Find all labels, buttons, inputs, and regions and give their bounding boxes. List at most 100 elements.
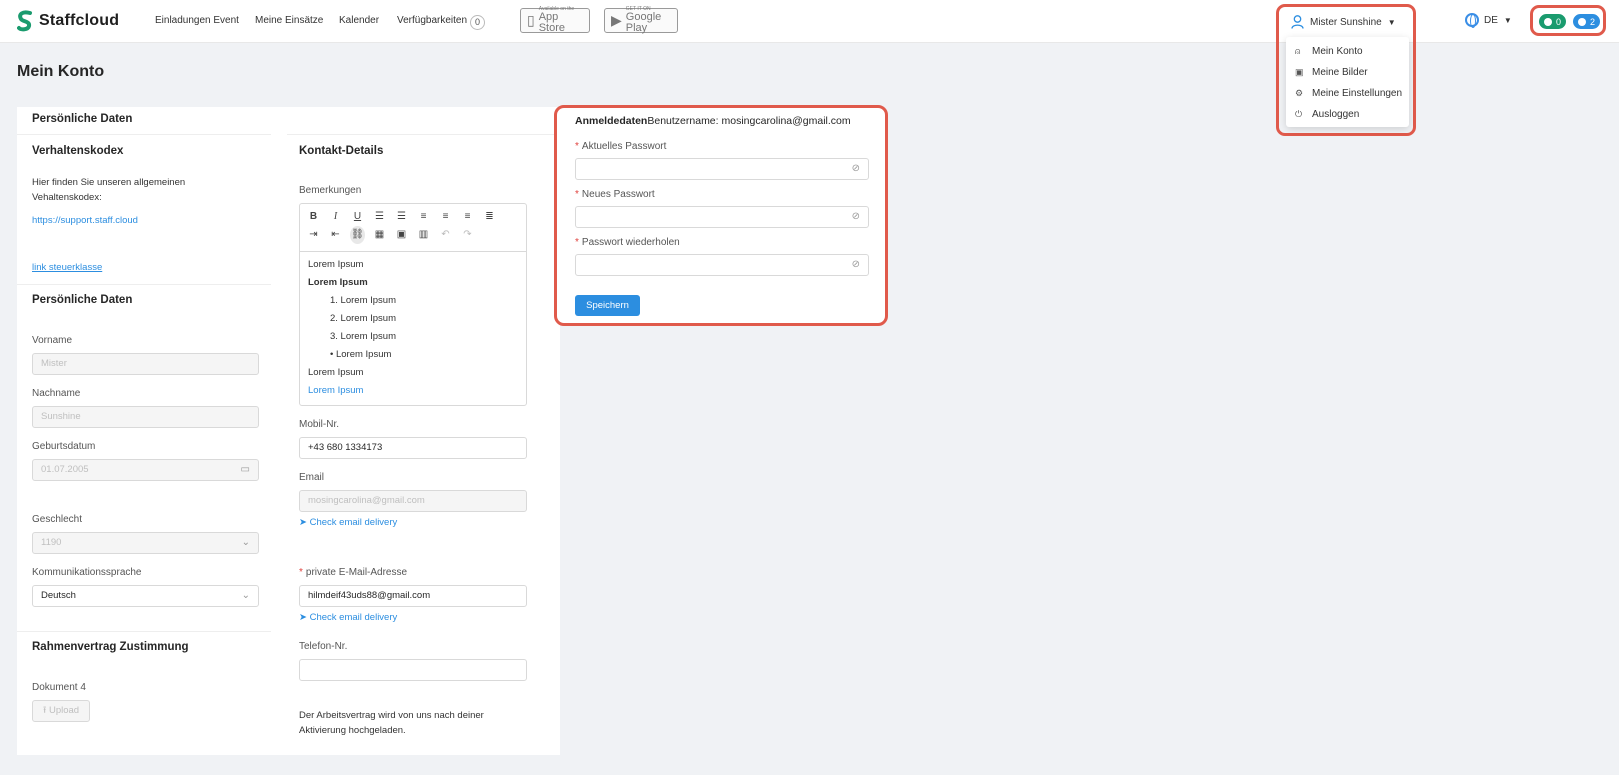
repeat-password-input[interactable]: ⊘	[575, 254, 869, 276]
communication-language-label: Kommunikationssprache	[32, 567, 142, 578]
required-marker: *	[575, 141, 579, 152]
align-center-icon[interactable]: ≡	[438, 208, 453, 226]
user-dropdown-menu: ⍝ Mein Konto ▣ Meine Bilder ⚙ Meine Eins…	[1286, 37, 1409, 127]
editor-line: Lorem Ipsum	[308, 367, 364, 378]
bullet-list-icon[interactable]: ☰	[394, 208, 409, 226]
first-name-input[interactable]: Mister	[32, 353, 259, 375]
redo-icon[interactable]: ↷	[460, 226, 475, 244]
menu-item-meine-einstellungen[interactable]: ⚙ Meine Einstellungen	[1286, 83, 1409, 104]
birthdate-label: Geburtsdatum	[32, 441, 96, 452]
italic-icon[interactable]: I	[328, 208, 343, 226]
ordered-list-icon[interactable]: ☰	[372, 208, 387, 226]
check-email-label: Check email delivery	[309, 612, 398, 623]
logo-icon	[17, 10, 32, 32]
nav-einladungen-event[interactable]: Einladungen Event	[155, 15, 239, 26]
check-private-email-delivery-link[interactable]: ➤ Check email delivery	[299, 612, 397, 623]
chevron-down-icon: ▼	[1387, 17, 1396, 27]
google-play-button[interactable]: ▶ GET IT ON Google Play	[604, 7, 678, 34]
editor-toolbar: B I U ☰ ☰ ≡ ≡ ≡ ≣ ⇥ ⇤ ⛓ ▦ ▣ ▥ ↶ ↷	[300, 204, 526, 252]
editor-link-line[interactable]: Lorem Ipsum	[308, 382, 518, 400]
conduct-link[interactable]: https://support.staff.cloud	[32, 215, 138, 226]
check-email-label: Check email delivery	[309, 517, 398, 528]
eye-off-icon[interactable]: ⊘	[852, 207, 860, 227]
indent-icon[interactable]: ⇥	[306, 226, 321, 244]
language-selector[interactable]: DE ▼	[1465, 13, 1512, 28]
eye-off-icon[interactable]: ⊘	[852, 255, 860, 275]
nav-kalender[interactable]: Kalender	[339, 15, 379, 26]
user-icon	[1291, 15, 1304, 29]
chevron-down-icon: ⌄	[241, 590, 250, 601]
conduct-title: Verhaltenskodex	[32, 145, 124, 157]
private-email-label: * private E-Mail-Adresse	[299, 567, 407, 578]
language-label: DE	[1484, 14, 1498, 26]
email-input[interactable]: mosingcarolina@gmail.com	[299, 490, 527, 512]
align-justify-icon[interactable]: ≣	[482, 208, 497, 226]
columns-icon[interactable]: ▥	[416, 226, 431, 244]
menu-item-label: Meine Bilder	[1312, 67, 1368, 78]
save-button[interactable]: Speichern	[575, 295, 640, 316]
google-play-label: Google Play	[625, 11, 662, 34]
phone-label: Telefon-Nr.	[299, 641, 348, 652]
app-store-button[interactable]: ▯ Available on the App Store	[520, 7, 590, 34]
messages-count: 0	[1556, 16, 1562, 27]
current-password-label-text: Aktuelles Passwort	[581, 141, 667, 152]
repeat-password-label-text: Passwort wiederholen	[581, 237, 680, 248]
last-name-label: Nachname	[32, 388, 81, 399]
undo-icon[interactable]: ↶	[438, 226, 453, 244]
notifications-counter[interactable]: 2	[1573, 14, 1601, 29]
staffcloud-logo[interactable]: Staffcloud	[17, 10, 119, 32]
last-name-input[interactable]: Sunshine	[32, 406, 259, 428]
contract-title: Rahmenvertrag Zustimmung	[32, 641, 189, 653]
check-email-delivery-link[interactable]: ➤ Check email delivery	[299, 517, 397, 528]
counters-highlight: 0 2	[1530, 5, 1606, 36]
birthdate-value: 01.07.2005	[41, 464, 89, 475]
upload-button[interactable]: ⭱ Upload	[32, 700, 91, 722]
underline-icon[interactable]: U	[350, 208, 365, 226]
gear-icon: ⚙	[1295, 88, 1304, 98]
menu-item-label: Meine Einstellungen	[1312, 88, 1403, 99]
nav-meine-einsaetze[interactable]: Meine Einsätze	[255, 15, 323, 26]
current-password-input[interactable]: ⊘	[575, 158, 869, 180]
editor-list-item: 2. Lorem Ipsum	[330, 313, 396, 324]
link-icon[interactable]: ⛓	[350, 226, 365, 244]
first-name-label: Vorname	[32, 335, 73, 346]
menu-item-ausloggen[interactable]: ⏻ Ausloggen	[1286, 104, 1409, 125]
mobile-input[interactable]: +43 680 1334173	[299, 437, 527, 459]
align-left-icon[interactable]: ≡	[416, 208, 431, 226]
new-password-input[interactable]: ⊘	[575, 206, 869, 228]
remarks-rich-text-editor[interactable]: B I U ☰ ☰ ≡ ≡ ≡ ≣ ⇥ ⇤ ⛓ ▦ ▣ ▥ ↶ ↷ Lorem …	[299, 203, 527, 406]
user-menu-highlight: Mister Sunshine ▼ ⍝ Mein Konto ▣ Meine B…	[1276, 4, 1416, 136]
required-marker: *	[575, 189, 579, 200]
menu-item-mein-konto[interactable]: ⍝ Mein Konto	[1286, 41, 1409, 62]
login-data-title: Anmeldedaten	[575, 115, 648, 127]
chat-icon	[1544, 17, 1552, 26]
communication-language-select[interactable]: Deutsch ⌄	[32, 585, 259, 607]
align-right-icon[interactable]: ≡	[460, 208, 475, 226]
tax-class-link[interactable]: link steuerklasse	[32, 262, 102, 273]
phone-input[interactable]	[299, 659, 527, 681]
nav-verfuegbarkeiten[interactable]: Verfügbarkeiten 0	[397, 15, 486, 30]
editor-list-item: 3. Lorem Ipsum	[330, 331, 396, 342]
globe-icon	[1465, 13, 1479, 28]
divider	[17, 631, 271, 632]
image-icon[interactable]: ▣	[394, 226, 409, 244]
required-marker: *	[575, 237, 579, 248]
availability-count-badge: 0	[470, 15, 486, 30]
table-icon[interactable]: ▦	[372, 226, 387, 244]
birthdate-input[interactable]: 01.07.2005 ▭	[32, 459, 259, 481]
outdent-icon[interactable]: ⇤	[328, 226, 343, 244]
gender-label: Geschlecht	[32, 514, 83, 525]
messages-counter[interactable]: 0	[1539, 14, 1567, 29]
required-marker: *	[299, 567, 303, 578]
private-email-input[interactable]: hilmdeif43uds88@gmail.com	[299, 585, 527, 607]
eye-off-icon[interactable]: ⊘	[852, 159, 860, 179]
personal-data-title: Persönliche Daten	[32, 294, 133, 306]
menu-item-meine-bilder[interactable]: ▣ Meine Bilder	[1286, 62, 1409, 83]
user-menu-trigger[interactable]: Mister Sunshine ▼	[1291, 15, 1396, 29]
gender-select[interactable]: 1190 ⌄	[32, 532, 259, 554]
bold-icon[interactable]: B	[306, 208, 321, 226]
editor-content[interactable]: Lorem Ipsum Lorem Ipsum 1. Lorem Ipsum 2…	[300, 252, 526, 404]
new-password-label-text: Neues Passwort	[581, 189, 655, 200]
section-title-personal-top: Persönliche Daten	[32, 113, 133, 125]
editor-line: Lorem Ipsum	[308, 259, 364, 270]
